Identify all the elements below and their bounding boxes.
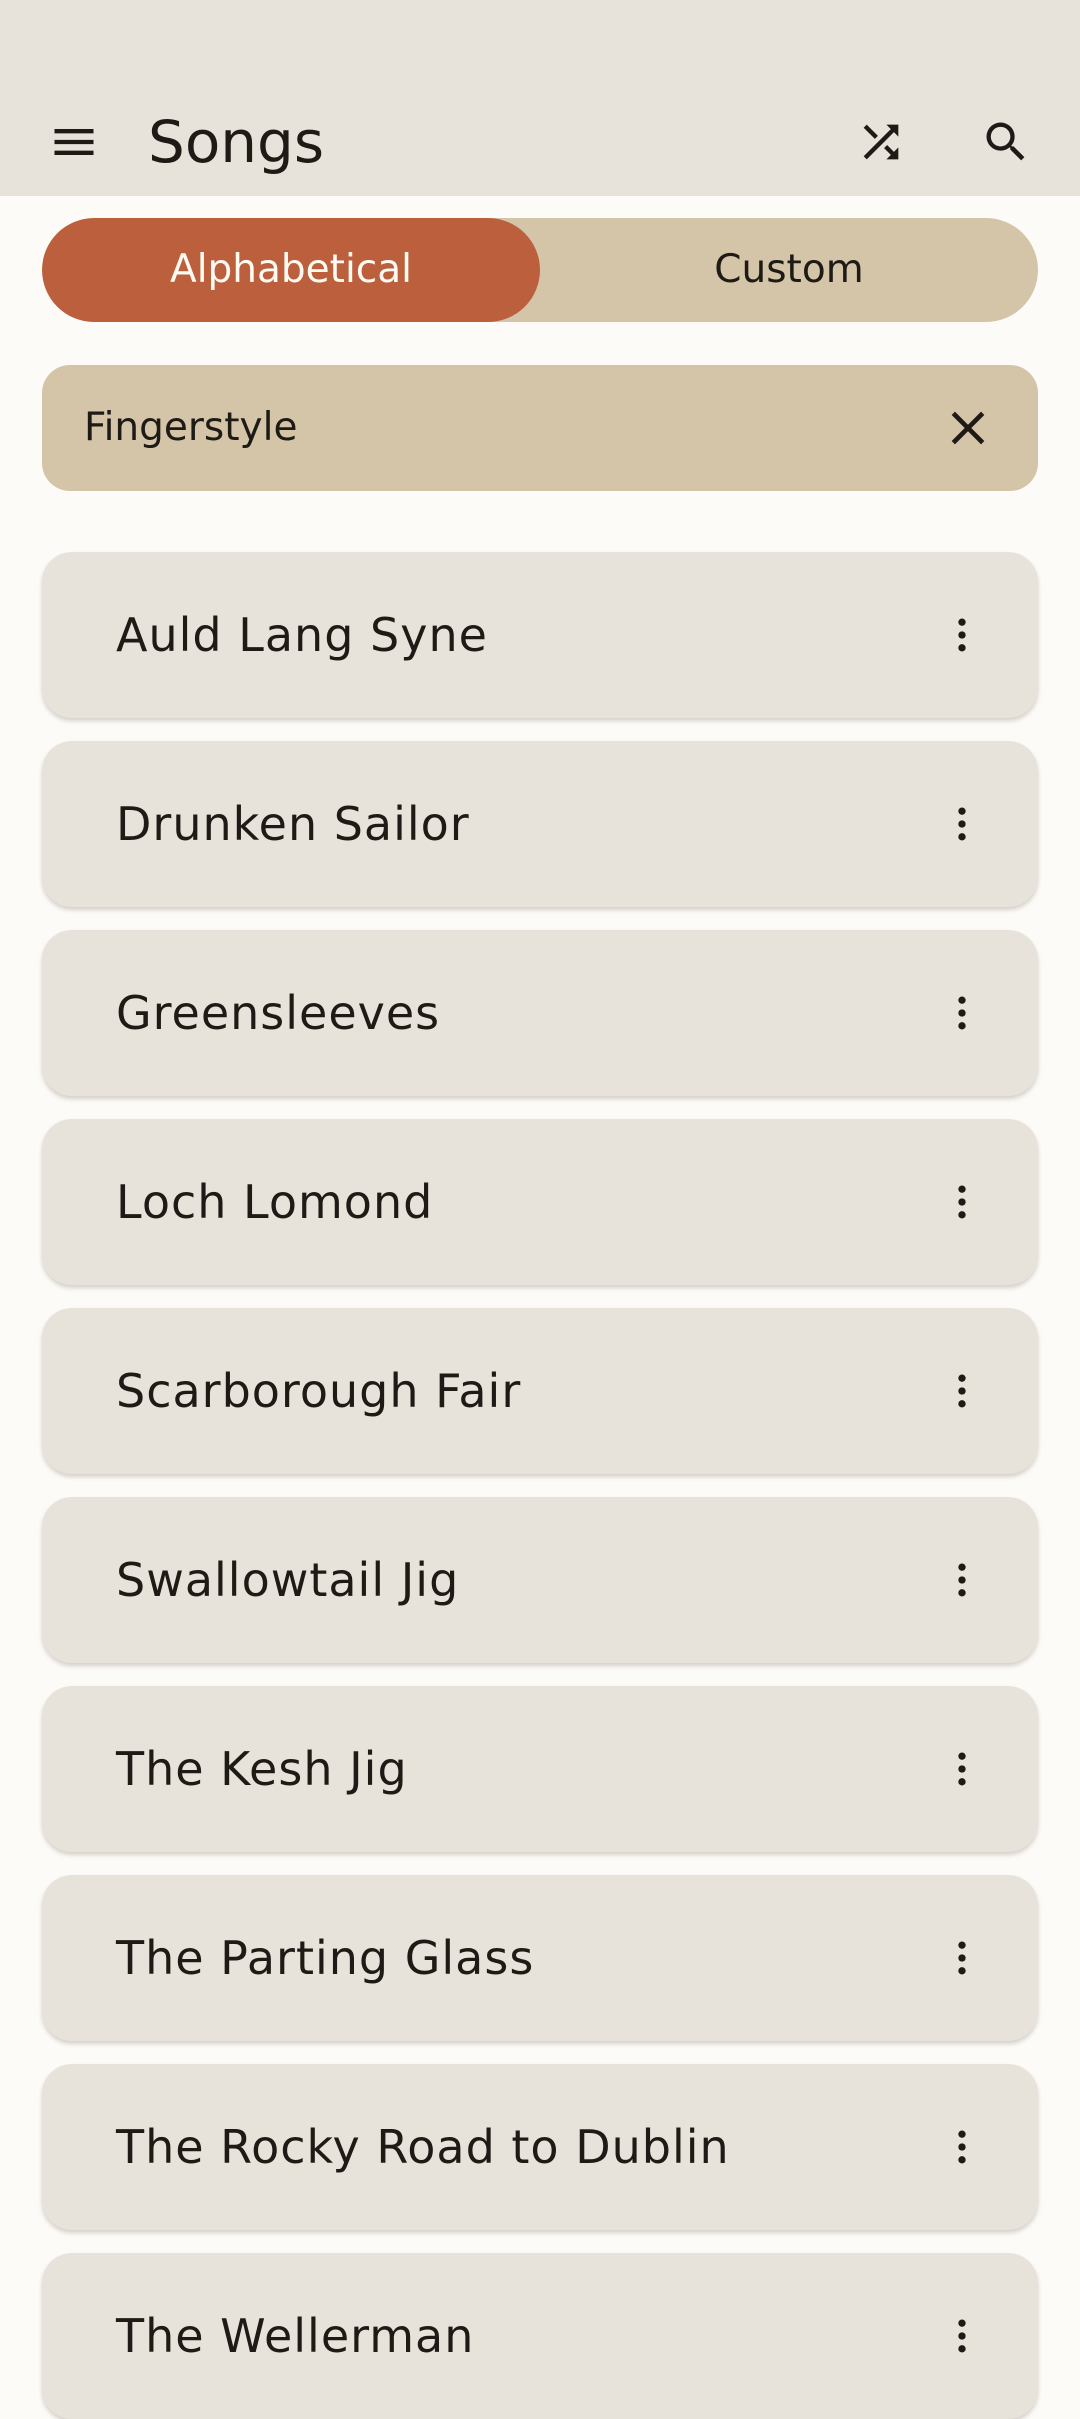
menu-button[interactable] [34,102,114,182]
song-title: Swallowtail Jig [116,1553,460,1607]
song-item[interactable]: Swallowtail Jig [42,1497,1038,1663]
song-more-button[interactable] [922,1729,1002,1809]
status-bar [0,0,1080,88]
more-vert-icon [958,1374,966,1408]
more-vert-icon [958,996,966,1030]
song-more-button[interactable] [922,1162,1002,1242]
more-vert-icon [958,1185,966,1219]
song-item[interactable]: Loch Lomond [42,1119,1038,1285]
sort-option-alphabetical[interactable]: Alphabetical [42,218,540,322]
song-item[interactable]: Auld Lang Syne [42,552,1038,718]
search-icon [986,122,1025,161]
song-item[interactable]: Drunken Sailor [42,741,1038,907]
sort-option-custom[interactable]: Custom [540,218,1038,322]
more-vert-icon [958,807,966,841]
song-item[interactable]: The Kesh Jig [42,1686,1038,1852]
song-more-button[interactable] [922,595,1002,675]
song-item[interactable]: Scarborough Fair [42,1308,1038,1474]
song-item[interactable]: Greensleeves [42,930,1038,1096]
more-vert-icon [958,1941,966,1975]
song-more-button[interactable] [922,973,1002,1053]
more-vert-icon [958,1752,966,1786]
song-item[interactable]: The Wellerman [42,2253,1038,2419]
song-title: The Kesh Jig [116,1742,408,1796]
song-title: The Wellerman [116,2309,475,2363]
song-more-button[interactable] [922,784,1002,864]
more-vert-icon [958,1563,966,1597]
song-title: The Rocky Road to Dublin [116,2120,730,2174]
song-title: Loch Lomond [116,1175,434,1229]
song-title: Auld Lang Syne [116,608,488,662]
song-item[interactable]: The Parting Glass [42,1875,1038,2041]
song-title: Greensleeves [116,986,441,1040]
app-bar: Songs [0,88,1080,196]
more-vert-icon [958,2130,966,2164]
close-icon [951,411,985,445]
filter-label: Fingerstyle [84,405,298,450]
song-more-button[interactable] [922,2296,1002,2376]
filter-chip[interactable]: Fingerstyle [42,365,1038,491]
clear-filter-button[interactable] [940,400,996,456]
song-item[interactable]: The Rocky Road to Dublin [42,2064,1038,2230]
page-title: Songs [148,108,325,176]
menu-icon [54,129,94,155]
song-more-button[interactable] [922,1540,1002,1620]
song-title: Drunken Sailor [116,797,470,851]
more-vert-icon [958,618,966,652]
song-more-button[interactable] [922,2107,1002,2187]
shuffle-icon [863,124,899,160]
search-button[interactable] [966,102,1046,182]
sort-toggle: Alphabetical Custom [42,218,1038,322]
more-vert-icon [958,2319,966,2353]
song-more-button[interactable] [922,1351,1002,1431]
song-title: Scarborough Fair [116,1364,522,1418]
song-more-button[interactable] [922,1918,1002,1998]
shuffle-button[interactable] [841,102,921,182]
song-title: The Parting Glass [116,1931,535,1985]
